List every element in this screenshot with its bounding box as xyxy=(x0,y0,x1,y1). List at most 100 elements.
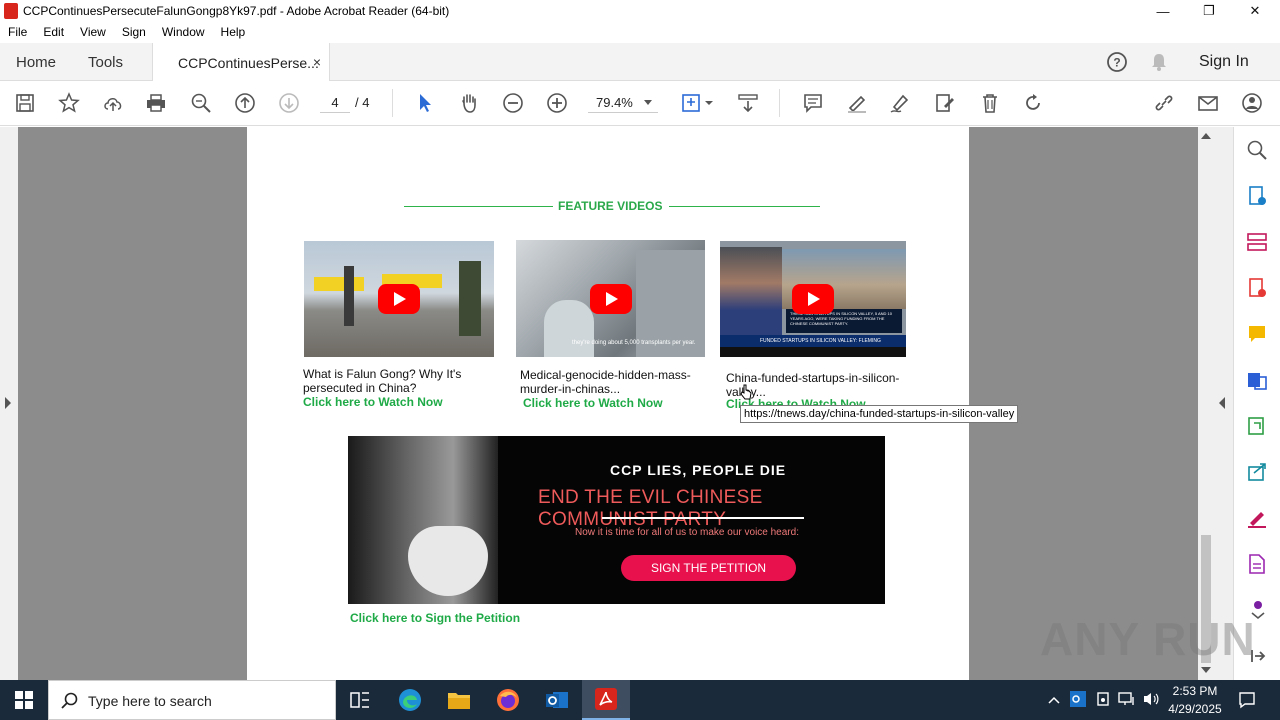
right-panel-toggle[interactable] xyxy=(1212,127,1234,680)
sign-in-button[interactable]: Sign In xyxy=(1199,43,1249,81)
close-button[interactable]: ✕ xyxy=(1232,0,1278,22)
tab-document[interactable]: CCPContinuesPerse... × xyxy=(152,43,330,82)
search-icon xyxy=(61,692,79,715)
zoom-level-value: 79.4% xyxy=(596,95,633,110)
share-link-icon[interactable] xyxy=(1152,91,1176,115)
play-button-icon[interactable] xyxy=(792,284,834,314)
video-thumbnail-falun-gong[interactable] xyxy=(304,241,494,357)
menu-window[interactable]: Window xyxy=(154,22,213,43)
video-thumbnail-medical-genocide[interactable]: they're doing about 5,000 transplants pe… xyxy=(516,240,705,357)
zoom-in-icon[interactable] xyxy=(545,91,569,115)
firefox-icon[interactable] xyxy=(484,680,532,720)
task-view-icon[interactable] xyxy=(336,680,384,720)
outlook-tray-icon[interactable] xyxy=(1070,691,1086,712)
anyrun-watermark: ANY RUN xyxy=(1040,613,1256,665)
draw-sign-icon[interactable] xyxy=(888,91,912,115)
organize-pages-icon[interactable] xyxy=(1246,231,1268,258)
print-icon[interactable] xyxy=(144,91,168,115)
compress-pdf-icon[interactable] xyxy=(1246,415,1268,442)
page-number-input[interactable]: 4 xyxy=(320,93,350,113)
menu-edit[interactable]: Edit xyxy=(35,22,72,43)
video-title: Medical-genocide-hidden-mass-murder-in-c… xyxy=(520,368,691,396)
taskbar-search-box[interactable]: Type here to search xyxy=(48,680,336,720)
banner-rule xyxy=(602,517,804,519)
delete-trash-icon[interactable] xyxy=(978,91,1002,115)
upload-cloud-icon[interactable] xyxy=(101,91,125,115)
menu-sign[interactable]: Sign xyxy=(114,22,154,43)
banner-subheadline: END THE EVIL CHINESE COMMUNIST PARTY xyxy=(538,487,763,530)
video-thumbnail-china-funded-startups[interactable]: THESE RAN STARTUPS IN SILICON VALLEY, 5 … xyxy=(720,241,906,357)
minimize-button[interactable]: — xyxy=(1140,0,1186,22)
scroll-down-icon[interactable] xyxy=(1201,667,1211,673)
notifications-bell-icon[interactable] xyxy=(1149,51,1169,73)
user-share-icon[interactable] xyxy=(1240,91,1264,115)
scroll-mode-icon[interactable] xyxy=(736,91,760,115)
tab-tools[interactable]: Tools xyxy=(88,43,123,81)
left-panel-toggle[interactable] xyxy=(0,127,18,680)
petition-banner[interactable]: CCP LIES, PEOPLE DIE END THE EVIL CHINES… xyxy=(348,436,885,604)
tab-document-label: CCPContinuesPerse... xyxy=(178,54,319,71)
speaker-shape xyxy=(720,247,782,337)
acrobat-taskbar-icon[interactable] xyxy=(582,680,630,720)
create-pdf-icon[interactable] xyxy=(1246,277,1268,304)
sign-petition-button[interactable]: SIGN THE PETITION xyxy=(621,555,796,581)
chevron-down-icon xyxy=(644,100,652,105)
edge-browser-icon[interactable] xyxy=(386,680,434,720)
divider-line xyxy=(404,206,553,207)
figure-shape xyxy=(459,261,481,336)
menu-help[interactable]: Help xyxy=(213,22,254,43)
help-icon[interactable]: ? xyxy=(1106,51,1128,73)
combine-files-icon[interactable] xyxy=(1246,369,1268,396)
close-tab-icon[interactable]: × xyxy=(313,54,321,70)
watch-now-link[interactable]: Click here to Watch Now xyxy=(523,396,663,410)
comment-icon[interactable] xyxy=(801,91,825,115)
figure-shape xyxy=(344,266,354,326)
comment-tool-icon[interactable] xyxy=(1246,323,1268,350)
device-tray-icon[interactable] xyxy=(1095,691,1111,712)
windows-start-icon[interactable] xyxy=(0,680,48,720)
email-icon[interactable] xyxy=(1196,91,1220,115)
star-bookmark-icon[interactable] xyxy=(57,91,81,115)
scroll-up-icon[interactable] xyxy=(1201,133,1211,139)
tab-home[interactable]: Home xyxy=(16,43,56,81)
export-pdf-icon[interactable] xyxy=(1246,185,1268,212)
zoom-level-select[interactable]: 79.4% xyxy=(588,93,658,113)
play-button-icon[interactable] xyxy=(589,283,632,314)
clock-time[interactable]: 2:53 PM xyxy=(1170,684,1220,698)
notification-center-icon[interactable] xyxy=(1238,691,1256,714)
menu-view[interactable]: View xyxy=(72,22,114,43)
watch-now-link[interactable]: Click here to Watch Now xyxy=(303,395,443,409)
acrobat-app-icon xyxy=(4,3,18,19)
video-caption: they're doing about 5,000 transplants pe… xyxy=(572,340,696,346)
zoom-out-icon[interactable] xyxy=(501,91,525,115)
banner-body: Now it is time for all of us to make our… xyxy=(575,527,799,538)
sign-petition-link[interactable]: Click here to Sign the Petition xyxy=(350,611,520,625)
clock-date[interactable]: 4/29/2025 xyxy=(1163,702,1227,716)
volume-icon[interactable] xyxy=(1142,691,1160,712)
edit-pdf-icon[interactable] xyxy=(933,91,957,115)
previous-page-icon[interactable] xyxy=(233,91,257,115)
outlook-icon[interactable] xyxy=(533,680,581,720)
save-icon[interactable] xyxy=(13,91,37,115)
expand-left-icon xyxy=(5,397,11,409)
hand-tool-icon[interactable] xyxy=(457,91,481,115)
menu-file[interactable]: File xyxy=(0,22,35,43)
rotate-icon[interactable] xyxy=(1021,91,1045,115)
toolbar-divider xyxy=(392,89,393,117)
zoom-search-icon[interactable] xyxy=(189,91,213,115)
highlight-pen-icon[interactable] xyxy=(845,91,869,115)
video-caption: FUNDED STARTUPS IN SILICON VALLEY: FLEMI… xyxy=(720,335,906,347)
next-page-icon[interactable] xyxy=(277,91,301,115)
restore-button[interactable]: ❐ xyxy=(1186,0,1232,22)
play-button-icon[interactable] xyxy=(378,284,420,314)
page-fit-icon[interactable] xyxy=(681,91,715,115)
fill-sign-icon[interactable] xyxy=(1246,507,1268,534)
tray-chevron-up-icon[interactable] xyxy=(1047,693,1061,711)
send-for-review-icon[interactable] xyxy=(1246,461,1268,488)
network-icon[interactable] xyxy=(1118,691,1136,712)
select-cursor-icon[interactable] xyxy=(413,91,437,115)
document-tool-icon[interactable] xyxy=(1246,553,1268,580)
search-tool-icon[interactable] xyxy=(1246,139,1268,166)
toolbar: 4 / 4 79.4% xyxy=(0,81,1280,126)
file-explorer-icon[interactable] xyxy=(435,680,483,720)
